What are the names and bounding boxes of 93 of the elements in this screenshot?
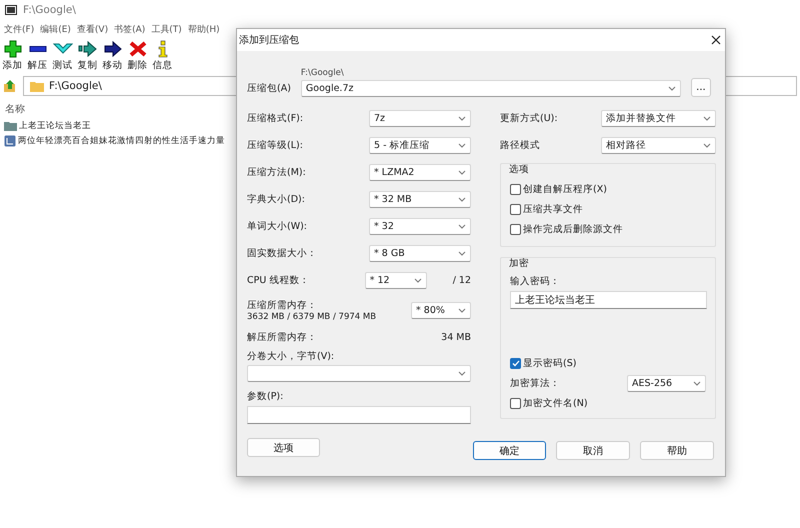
group-title: 加密: [509, 257, 530, 270]
menu-item[interactable]: 文件(F): [4, 22, 34, 36]
field-label: 输入密码：: [510, 275, 561, 288]
caret-icon: [458, 224, 466, 229]
file-name[interactable]: 两位年轻漂亮百合姐妹花激情四射的性生活手速力量: [18, 134, 225, 146]
field-label: 压缩所需内存：: [247, 299, 318, 312]
dropdown[interactable]: 相对路径: [601, 137, 716, 154]
close-icon[interactable]: [711, 35, 721, 45]
options-button[interactable]: 选项: [247, 438, 320, 457]
checkbox-label: 显示密码(S): [523, 356, 576, 370]
caret-icon: [703, 116, 711, 121]
file-name[interactable]: 上老王论坛当老王: [19, 120, 91, 132]
menu-item[interactable]: 书签(A): [114, 22, 146, 36]
dropdown[interactable]: * 80%: [411, 302, 471, 319]
arrow-icon: [78, 40, 98, 58]
checkbox[interactable]: [510, 398, 521, 408]
dropdown[interactable]: * LZMA2: [369, 164, 471, 181]
folder-icon: [4, 120, 17, 130]
archive-folder: F:\Google\: [300, 68, 345, 78]
folder-icon: [30, 80, 44, 92]
minus-icon: [28, 46, 46, 52]
toolbar-button[interactable]: 解压: [26, 40, 49, 74]
archive-name-field[interactable]: Google.7z: [300, 80, 681, 97]
field-label: 路径模式: [500, 139, 540, 152]
field-label: CPU 线程数：: [247, 274, 310, 287]
checkbox-label: 压缩共享文件: [523, 202, 583, 216]
field-label: 加密算法：: [510, 376, 560, 390]
dropdown[interactable]: * 32: [369, 218, 471, 235]
memory-usage: 3632 MB / 6379 MB / 7974 MB: [247, 312, 376, 322]
field-label: 参数(P):: [247, 390, 284, 403]
dropdown[interactable]: * 8 GB: [369, 245, 471, 262]
field-label: 压缩方法(M):: [247, 166, 306, 179]
checkbox[interactable]: [510, 204, 521, 214]
browse-button[interactable]: ...: [690, 78, 711, 97]
caret-icon: [458, 116, 466, 121]
dropdown[interactable]: 添加并替换文件: [601, 110, 716, 127]
document-icon: [4, 134, 16, 146]
dialog-button[interactable]: 确定: [473, 441, 546, 460]
toolbar-button[interactable]: 添加: [1, 40, 24, 74]
checkbox-label: 操作完成后删除源文件: [523, 222, 623, 236]
menu-item[interactable]: 工具(T): [151, 22, 182, 36]
field-label: 单词大小(W):: [247, 220, 308, 233]
field-label: 固实数据大小：: [247, 247, 317, 260]
window-title: F:\Google\: [23, 4, 76, 16]
toolbar-button[interactable]: 复制: [76, 40, 99, 74]
field-label: 解压所需内存：: [247, 330, 317, 344]
dialog-button[interactable]: 取消: [556, 441, 630, 460]
menu-item[interactable]: 帮助(H): [188, 22, 220, 36]
parameters-field[interactable]: [247, 406, 471, 424]
thread-total: / 12: [452, 275, 471, 286]
caret-icon: [703, 143, 711, 148]
field-label: 压缩等级(L):: [247, 139, 303, 152]
field-label: 更新方式(U):: [500, 112, 558, 125]
memory-value: 34 MB: [441, 332, 471, 342]
checkbox-label: 创建自解压程序(X): [523, 182, 607, 196]
menu-item[interactable]: 查看(V): [76, 22, 108, 36]
toolbar-button[interactable]: 删除: [126, 40, 149, 74]
arrow-icon: [102, 40, 122, 58]
field-label: 字典大小(D):: [247, 193, 305, 206]
field-label: 压缩包(A): [247, 82, 291, 95]
dropdown[interactable]: * 12: [364, 272, 427, 289]
checkbox[interactable]: [510, 224, 521, 234]
plus-icon: [2, 40, 22, 58]
dialog-title: 添加到压缩包: [239, 34, 299, 47]
cross-icon: [128, 40, 148, 58]
menu-item[interactable]: 编辑(E): [40, 22, 71, 36]
caret-icon: [693, 380, 701, 386]
toolbar-button[interactable]: 移动: [101, 40, 124, 74]
dropdown[interactable]: AES-256: [627, 374, 706, 392]
caret-icon: [458, 197, 466, 202]
password-field[interactable]: 上老王论坛当老王: [510, 291, 707, 309]
caret-icon: [458, 308, 466, 313]
checkbox[interactable]: [510, 184, 521, 194]
caret-icon: [458, 251, 466, 256]
dropdown[interactable]: * 32 MB: [369, 191, 471, 208]
field-label: 分卷大小，字节(V):: [247, 350, 336, 363]
caret-icon: [458, 371, 466, 376]
dropdown[interactable]: 7z: [369, 110, 471, 127]
checkbox[interactable]: [510, 358, 521, 368]
group-title: 选项: [509, 163, 530, 176]
dropdown[interactable]: 5 - 标准压缩: [369, 137, 471, 154]
caret-icon: [458, 170, 466, 175]
dialog-button[interactable]: 帮助: [640, 441, 714, 460]
caret-icon: [668, 86, 676, 91]
app-logo-icon: [5, 5, 17, 15]
toolbar-button[interactable]: 信息: [151, 40, 174, 74]
checkbox-label: 加密文件名(N): [523, 396, 588, 410]
up-folder-icon[interactable]: [3, 79, 17, 93]
volume-size-dropdown[interactable]: [247, 365, 471, 382]
caret-icon: [458, 143, 466, 148]
caret-icon: [414, 278, 422, 283]
toolbar-button[interactable]: 测试: [51, 40, 74, 74]
field-label: 压缩格式(F):: [247, 112, 304, 125]
